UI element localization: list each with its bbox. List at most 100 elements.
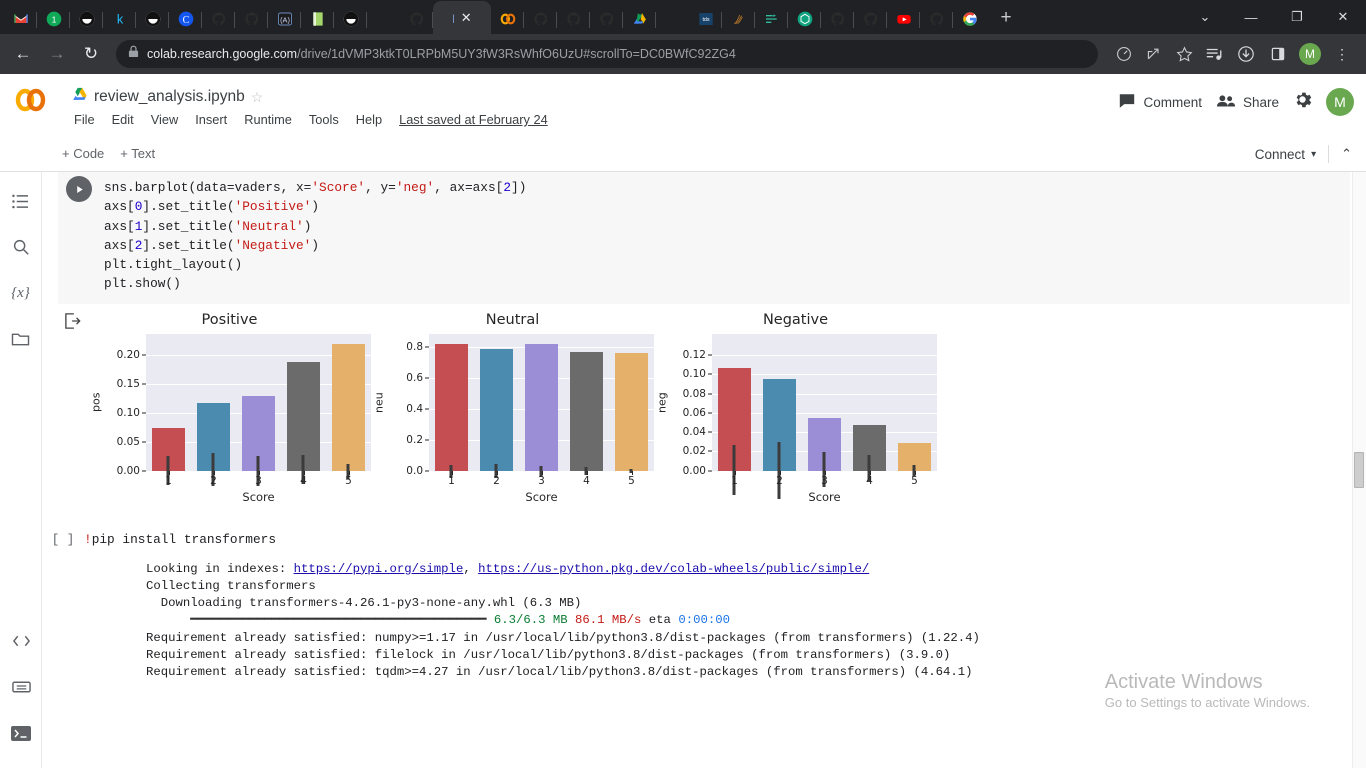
gear-icon[interactable] <box>1293 90 1312 114</box>
x-tick-label: 5 <box>892 470 937 488</box>
notebook-filename[interactable]: review_analysis.ipynb <box>94 88 245 106</box>
notebook-scroll-area[interactable]: sns.barplot(data=vaders, x='Score', y='n… <box>42 172 1366 768</box>
x-tick-label: 2 <box>757 470 802 488</box>
book-tab[interactable] <box>301 4 334 34</box>
browser-tools[interactable]: M ⋮ <box>1198 38 1358 70</box>
cell-execution-bracket[interactable]: [ ] <box>42 532 84 547</box>
omnibox-actions[interactable] <box>1110 40 1198 68</box>
reload-button[interactable]: ↻ <box>76 39 106 69</box>
colab-wheels-link[interactable]: https://us-python.pkg.dev/colab-wheels/p… <box>478 562 869 576</box>
github-tab-3[interactable] <box>400 4 433 34</box>
active-colab-tab[interactable]: | ✕ <box>433 1 491 34</box>
menu-runtime[interactable]: Runtime <box>244 112 292 127</box>
pip-cell[interactable]: [ ] !pip install transformers Looking in… <box>42 532 1366 681</box>
connect-button[interactable]: Connect <box>1255 147 1305 162</box>
menu-file[interactable]: File <box>74 112 95 127</box>
close-window-button[interactable]: ✕ <box>1320 0 1366 34</box>
window-controls[interactable]: ⌄ — ❐ ✕ <box>1182 0 1366 34</box>
last-saved-label[interactable]: Last saved at February 24 <box>399 112 548 127</box>
share-button[interactable]: Share <box>1216 93 1279 112</box>
y-axis-label: neg <box>655 391 669 413</box>
files-icon[interactable] <box>4 322 38 356</box>
code-snippets-icon[interactable] <box>4 624 38 658</box>
add-cell-buttons[interactable]: + Code + Text <box>0 146 155 161</box>
menu-edit[interactable]: Edit <box>112 112 134 127</box>
minimize-button[interactable]: — <box>1228 0 1274 34</box>
anaconda-tab[interactable]: (A) <box>268 4 301 34</box>
profile-avatar[interactable]: M <box>1294 38 1326 70</box>
address-bar[interactable]: colab.research.google.com/drive/1dVMP3kt… <box>116 40 1098 68</box>
stack-tab[interactable] <box>70 4 103 34</box>
github-tab-4[interactable] <box>524 4 557 34</box>
forward-button[interactable]: → <box>42 39 72 69</box>
y-tick-label: 0.2 <box>406 433 423 446</box>
close-icon[interactable]: ✕ <box>461 10 472 26</box>
pypi-link[interactable]: https://pypi.org/simple <box>294 562 464 576</box>
downloads-icon[interactable] <box>1230 38 1262 70</box>
colab-menubar[interactable]: File Edit View Insert Runtime Tools Help… <box>72 112 548 127</box>
left-rail-bottom[interactable] <box>0 624 42 762</box>
back-button[interactable]: ← <box>8 39 38 69</box>
github-tab-5[interactable] <box>557 4 590 34</box>
flow-tab[interactable] <box>755 4 788 34</box>
colab-logo[interactable] <box>0 84 62 112</box>
kaggle-tab[interactable]: k <box>103 4 136 34</box>
drive-tab[interactable] <box>623 4 656 34</box>
speed-icon[interactable] <box>1110 40 1138 68</box>
star-icon[interactable]: ☆ <box>251 89 264 106</box>
stack2-tab[interactable] <box>136 4 169 34</box>
badge-tab[interactable]: 1 <box>37 4 70 34</box>
tab-search-icon[interactable]: ⌄ <box>1182 0 1228 34</box>
bar <box>807 417 842 488</box>
code-cell[interactable]: sns.barplot(data=vaders, x='Score', y='n… <box>58 172 1350 304</box>
table-of-contents-icon[interactable] <box>4 184 38 218</box>
terminal-icon[interactable] <box>4 716 38 750</box>
youtube-tab[interactable] <box>887 4 920 34</box>
menu-insert[interactable]: Insert <box>195 112 227 127</box>
github-tab-8[interactable] <box>854 4 887 34</box>
github-tab-1[interactable] <box>202 4 235 34</box>
google-tab[interactable] <box>953 4 986 34</box>
notebook-scrollbar[interactable] <box>1352 172 1366 768</box>
sidepanel-icon[interactable] <box>1262 38 1294 70</box>
menu-tools[interactable]: Tools <box>309 112 339 127</box>
command-palette-icon[interactable] <box>4 670 38 704</box>
menu-help[interactable]: Help <box>356 112 382 127</box>
search-icon[interactable] <box>4 230 38 264</box>
out-line-3: Downloading transformers-4.26.1-py3-none… <box>146 596 582 611</box>
gmail-tab[interactable] <box>4 4 37 34</box>
reading-list-icon[interactable] <box>1198 38 1230 70</box>
add-text-button[interactable]: + Text <box>120 146 155 161</box>
stack3-tab[interactable] <box>334 4 367 34</box>
star-icon[interactable] <box>1170 40 1198 68</box>
colab-logo-tab[interactable] <box>491 4 524 34</box>
openai-tab[interactable] <box>788 4 821 34</box>
share-icon[interactable] <box>1140 40 1168 68</box>
code-editor[interactable]: sns.barplot(data=vaders, x='Score', y='n… <box>58 178 1350 294</box>
colab-avatar[interactable]: M <box>1326 88 1354 116</box>
c-tab[interactable]: C <box>169 4 202 34</box>
add-code-button[interactable]: + Code <box>62 146 104 161</box>
variables-icon[interactable]: {x} <box>4 276 38 310</box>
docs-tab[interactable] <box>722 4 755 34</box>
left-rail[interactable]: {x} <box>0 172 42 768</box>
comment-button[interactable]: Comment <box>1118 92 1202 112</box>
bar <box>614 353 649 473</box>
menu-view[interactable]: View <box>151 112 179 127</box>
github-tab-9[interactable] <box>920 4 953 34</box>
pip-cell-line[interactable]: [ ] !pip install transformers <box>42 532 1366 547</box>
new-tab-button[interactable]: + <box>992 4 1020 32</box>
colab-header-actions[interactable]: Comment Share M <box>1118 88 1354 116</box>
chevron-down-icon[interactable]: ▾ <box>1311 149 1316 160</box>
maximize-button[interactable]: ❐ <box>1274 0 1320 34</box>
github-tab-2[interactable] <box>235 4 268 34</box>
github-tab-7[interactable] <box>821 4 854 34</box>
scrollbar-thumb[interactable] <box>1354 452 1364 488</box>
tds-tab[interactable]: tds <box>689 4 722 34</box>
connect-area[interactable]: Connect ▾ ⌃ <box>1255 136 1352 172</box>
chrome-menu-button[interactable]: ⋮ <box>1326 38 1358 70</box>
collapse-toolbar-icon[interactable]: ⌃ <box>1341 146 1352 162</box>
browser-tab-strip[interactable]: 1 k C (A) | ✕ tds + ⌄ — ❐ ✕ <box>0 0 1366 34</box>
github-tab-6[interactable] <box>590 4 623 34</box>
run-cell-button[interactable] <box>66 176 92 202</box>
